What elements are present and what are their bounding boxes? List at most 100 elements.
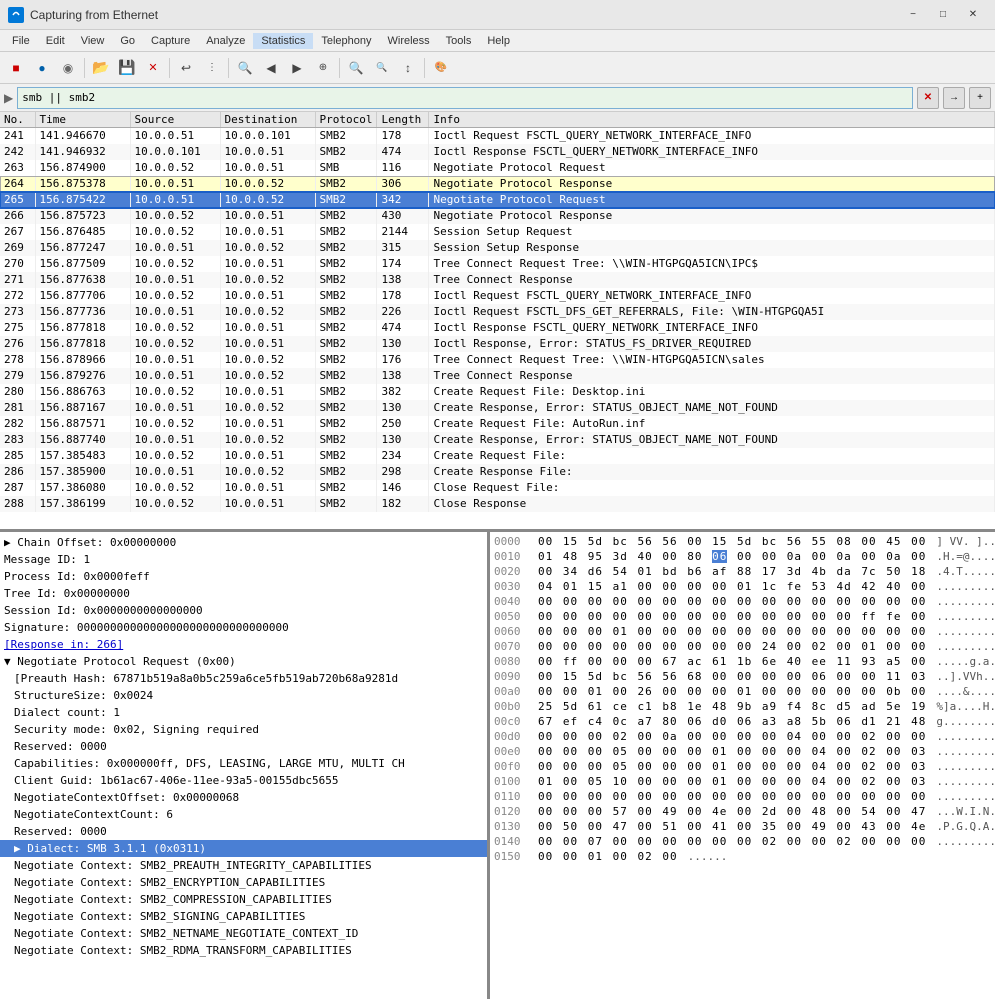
clear-filter-button[interactable]: ✕: [917, 87, 939, 109]
close-file-button[interactable]: ✕: [141, 56, 165, 80]
table-row[interactable]: 267156.87648510.0.0.5210.0.0.51SMB22144S…: [0, 224, 995, 240]
capture-filter-button[interactable]: ⋮: [200, 56, 224, 80]
detail-line[interactable]: Client Guid: 1b61ac67-406e-11ee-93a5-001…: [0, 772, 487, 789]
table-row[interactable]: 279156.87927610.0.0.5110.0.0.52SMB2138Tr…: [0, 368, 995, 384]
table-cell: SMB2: [315, 144, 377, 160]
detail-line[interactable]: [Preauth Hash: 67871b519a8a0b5c259a6ce5f…: [0, 670, 487, 687]
back-button[interactable]: ◀: [259, 56, 283, 80]
table-row[interactable]: 286157.38590010.0.0.5110.0.0.52SMB2298Cr…: [0, 464, 995, 480]
detail-line[interactable]: Message ID: 1: [0, 551, 487, 568]
menu-item-edit[interactable]: Edit: [38, 33, 73, 49]
zoom-out-button[interactable]: 🔍: [370, 56, 394, 80]
table-cell: 275: [0, 320, 35, 336]
filter-input[interactable]: [17, 87, 913, 109]
menu-item-go[interactable]: Go: [112, 33, 143, 49]
menu-item-file[interactable]: File: [4, 33, 38, 49]
packet-list[interactable]: No. Time Source Destination Protocol Len…: [0, 112, 995, 532]
minimize-button[interactable]: −: [899, 5, 927, 25]
table-row[interactable]: 282156.88757110.0.0.5210.0.0.51SMB2250Cr…: [0, 416, 995, 432]
detail-line[interactable]: Dialect count: 1: [0, 704, 487, 721]
hex-bytes: 00 00 01 00 02 00: [538, 849, 680, 864]
col-time[interactable]: Time: [35, 112, 130, 128]
detail-line[interactable]: Negotiate Context: SMB2_PREAUTH_INTEGRIT…: [0, 857, 487, 874]
table-cell: 10.0.0.51: [130, 464, 220, 480]
table-cell: Ioctl Request FSCTL_QUERY_NETWORK_INTERF…: [429, 288, 995, 304]
detail-line[interactable]: Security mode: 0x02, Signing required: [0, 721, 487, 738]
detail-line[interactable]: ▶ Dialect: SMB 3.1.1 (0x0311): [0, 840, 487, 857]
table-row[interactable]: 280156.88676310.0.0.5210.0.0.51SMB2382Cr…: [0, 384, 995, 400]
table-row[interactable]: 275156.87781810.0.0.5210.0.0.51SMB2474Io…: [0, 320, 995, 336]
table-row[interactable]: 264156.87537810.0.0.5110.0.0.52SMB2306Ne…: [0, 176, 995, 192]
table-row[interactable]: 270156.87750910.0.0.5210.0.0.51SMB2174Tr…: [0, 256, 995, 272]
detail-line[interactable]: ▼ Negotiate Protocol Request (0x00): [0, 653, 487, 670]
col-destination[interactable]: Destination: [220, 112, 315, 128]
table-row[interactable]: 272156.87770610.0.0.5210.0.0.51SMB2178Io…: [0, 288, 995, 304]
detail-line[interactable]: Negotiate Context: SMB2_SIGNING_CAPABILI…: [0, 908, 487, 925]
menu-item-help[interactable]: Help: [479, 33, 518, 49]
forward-button[interactable]: ▶: [285, 56, 309, 80]
detail-line[interactable]: Negotiate Context: SMB2_RDMA_TRANSFORM_C…: [0, 942, 487, 959]
table-row[interactable]: 241141.94667010.0.0.5110.0.0.101SMB2178I…: [0, 128, 995, 145]
options-button[interactable]: ◉: [56, 56, 80, 80]
detail-line[interactable]: Process Id: 0x0000feff: [0, 568, 487, 585]
menu-item-statistics[interactable]: Statistics: [253, 33, 313, 49]
stop-button[interactable]: ■: [4, 56, 28, 80]
maximize-button[interactable]: □: [929, 5, 957, 25]
table-row[interactable]: 266156.87572310.0.0.5210.0.0.51SMB2430Ne…: [0, 208, 995, 224]
save-button[interactable]: 💾: [115, 56, 139, 80]
find-button[interactable]: 🔍: [233, 56, 257, 80]
packet-details[interactable]: ▶ Chain Offset: 0x00000000Message ID: 1P…: [0, 532, 490, 999]
detail-line[interactable]: NegotiateContextCount: 6: [0, 806, 487, 823]
table-row[interactable]: 265156.87542210.0.0.5110.0.0.52SMB2342Ne…: [0, 192, 995, 208]
zoom-reset-button[interactable]: ↕: [396, 56, 420, 80]
detail-line[interactable]: Reserved: 0000: [0, 823, 487, 840]
detail-line[interactable]: Session Id: 0x0000000000000000: [0, 602, 487, 619]
close-button[interactable]: ✕: [959, 5, 987, 25]
detail-line[interactable]: Reserved: 0000: [0, 738, 487, 755]
menu-item-wireless[interactable]: Wireless: [380, 33, 438, 49]
table-row[interactable]: 288157.38619910.0.0.5210.0.0.51SMB2182Cl…: [0, 496, 995, 512]
detail-line[interactable]: Negotiate Context: SMB2_COMPRESSION_CAPA…: [0, 891, 487, 908]
menu-item-analyze[interactable]: Analyze: [198, 33, 253, 49]
table-row[interactable]: 242141.94693210.0.0.10110.0.0.51SMB2474I…: [0, 144, 995, 160]
detail-line[interactable]: ▶ Chain Offset: 0x00000000: [0, 534, 487, 551]
open-button[interactable]: 📂: [89, 56, 113, 80]
menu-item-view[interactable]: View: [73, 33, 113, 49]
goto-button[interactable]: ⊕: [311, 56, 335, 80]
table-row[interactable]: 271156.87763810.0.0.5110.0.0.52SMB2138Tr…: [0, 272, 995, 288]
restart-button[interactable]: ●: [30, 56, 54, 80]
detail-line[interactable]: StructureSize: 0x0024: [0, 687, 487, 704]
col-info[interactable]: Info: [429, 112, 995, 128]
table-row[interactable]: 281156.88716710.0.0.5110.0.0.52SMB2130Cr…: [0, 400, 995, 416]
colorize-button[interactable]: 🎨: [429, 56, 453, 80]
bookmark-filter-button[interactable]: +: [969, 87, 991, 109]
reload-button[interactable]: ↩: [174, 56, 198, 80]
table-cell: Ioctl Request FSCTL_QUERY_NETWORK_INTERF…: [429, 128, 995, 145]
detail-line[interactable]: Capabilities: 0x000000ff, DFS, LEASING, …: [0, 755, 487, 772]
table-row[interactable]: 287157.38608010.0.0.5210.0.0.51SMB2146Cl…: [0, 480, 995, 496]
col-protocol[interactable]: Protocol: [315, 112, 377, 128]
table-row[interactable]: 269156.87724710.0.0.5110.0.0.52SMB2315Se…: [0, 240, 995, 256]
detail-line[interactable]: [Response in: 266]: [0, 636, 487, 653]
menu-item-tools[interactable]: Tools: [438, 33, 480, 49]
col-no[interactable]: No.: [0, 112, 35, 128]
col-source[interactable]: Source: [130, 112, 220, 128]
detail-line[interactable]: Signature: 00000000000000000000000000000…: [0, 619, 487, 636]
hex-panel[interactable]: 000000 15 5d bc 56 56 00 15 5d bc 56 55 …: [490, 532, 995, 999]
table-row[interactable]: 283156.88774010.0.0.5110.0.0.52SMB2130Cr…: [0, 432, 995, 448]
table-row[interactable]: 285157.38548310.0.0.5210.0.0.51SMB2234Cr…: [0, 448, 995, 464]
detail-line[interactable]: Negotiate Context: SMB2_ENCRYPTION_CAPAB…: [0, 874, 487, 891]
apply-filter-button[interactable]: →: [943, 87, 965, 109]
col-length[interactable]: Length: [377, 112, 429, 128]
zoom-in-button[interactable]: 🔍: [344, 56, 368, 80]
menu-item-telephony[interactable]: Telephony: [313, 33, 379, 49]
menu-item-capture[interactable]: Capture: [143, 33, 198, 49]
table-row[interactable]: 263156.87490010.0.0.5210.0.0.51SMB116Neg…: [0, 160, 995, 176]
detail-line[interactable]: Tree Id: 0x00000000: [0, 585, 487, 602]
detail-line[interactable]: NegotiateContextOffset: 0x00000068: [0, 789, 487, 806]
table-row[interactable]: 276156.87781810.0.0.5210.0.0.51SMB2130Io…: [0, 336, 995, 352]
table-cell: 265: [0, 192, 35, 208]
detail-line[interactable]: Negotiate Context: SMB2_NETNAME_NEGOTIAT…: [0, 925, 487, 942]
table-row[interactable]: 278156.87896610.0.0.5110.0.0.52SMB2176Tr…: [0, 352, 995, 368]
table-row[interactable]: 273156.87773610.0.0.5110.0.0.52SMB2226Io…: [0, 304, 995, 320]
